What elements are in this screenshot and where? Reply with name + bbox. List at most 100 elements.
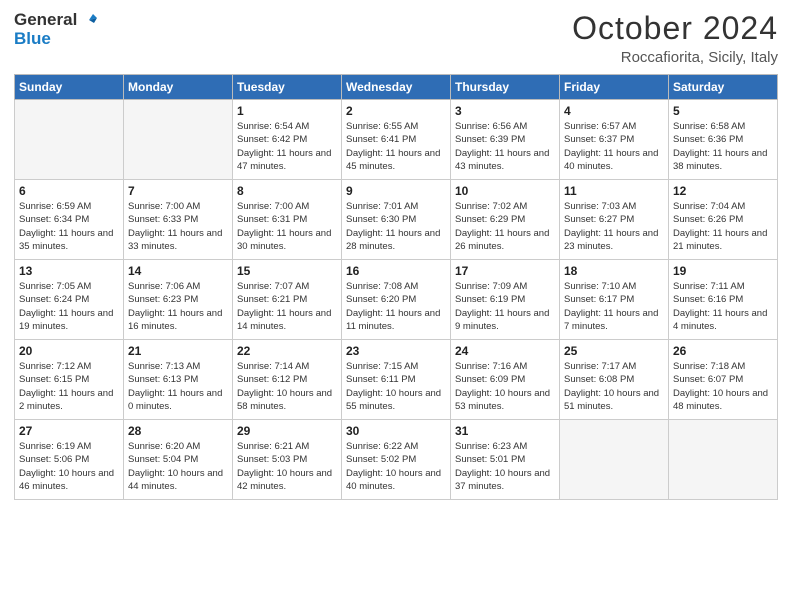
day-info: Sunrise: 6:22 AM Sunset: 5:02 PM Dayligh…: [346, 440, 446, 493]
table-row: 25 Sunrise: 7:17 AM Sunset: 6:08 PM Dayl…: [560, 340, 669, 420]
col-wednesday: Wednesday: [342, 75, 451, 100]
table-row: 12 Sunrise: 7:04 AM Sunset: 6:26 PM Dayl…: [669, 180, 778, 260]
day-number: 19: [673, 264, 773, 278]
table-row: 31 Sunrise: 6:23 AM Sunset: 5:01 PM Dayl…: [451, 420, 560, 500]
day-number: 6: [19, 184, 119, 198]
calendar-table: Sunday Monday Tuesday Wednesday Thursday…: [14, 74, 778, 500]
table-row: 13 Sunrise: 7:05 AM Sunset: 6:24 PM Dayl…: [15, 260, 124, 340]
day-number: 29: [237, 424, 337, 438]
col-friday: Friday: [560, 75, 669, 100]
table-row: 2 Sunrise: 6:55 AM Sunset: 6:41 PM Dayli…: [342, 100, 451, 180]
day-info: Sunrise: 7:02 AM Sunset: 6:29 PM Dayligh…: [455, 200, 555, 253]
day-info: Sunrise: 6:54 AM Sunset: 6:42 PM Dayligh…: [237, 120, 337, 173]
day-number: 17: [455, 264, 555, 278]
day-number: 2: [346, 104, 446, 118]
day-number: 11: [564, 184, 664, 198]
table-row: 4 Sunrise: 6:57 AM Sunset: 6:37 PM Dayli…: [560, 100, 669, 180]
table-row: 17 Sunrise: 7:09 AM Sunset: 6:19 PM Dayl…: [451, 260, 560, 340]
title-block: October 2024 Roccafiorita, Sicily, Italy: [572, 10, 778, 66]
day-info: Sunrise: 7:08 AM Sunset: 6:20 PM Dayligh…: [346, 280, 446, 333]
logo-bird-icon: [79, 10, 99, 30]
day-info: Sunrise: 7:00 AM Sunset: 6:33 PM Dayligh…: [128, 200, 228, 253]
day-info: Sunrise: 6:57 AM Sunset: 6:37 PM Dayligh…: [564, 120, 664, 173]
page: General Blue October 2024 Roccafiorita, …: [0, 0, 792, 612]
day-info: Sunrise: 7:09 AM Sunset: 6:19 PM Dayligh…: [455, 280, 555, 333]
day-info: Sunrise: 7:04 AM Sunset: 6:26 PM Dayligh…: [673, 200, 773, 253]
day-number: 9: [346, 184, 446, 198]
day-number: 14: [128, 264, 228, 278]
day-info: Sunrise: 6:58 AM Sunset: 6:36 PM Dayligh…: [673, 120, 773, 173]
day-number: 5: [673, 104, 773, 118]
table-row: 27 Sunrise: 6:19 AM Sunset: 5:06 PM Dayl…: [15, 420, 124, 500]
day-info: Sunrise: 6:56 AM Sunset: 6:39 PM Dayligh…: [455, 120, 555, 173]
table-row: 10 Sunrise: 7:02 AM Sunset: 6:29 PM Dayl…: [451, 180, 560, 260]
day-number: 10: [455, 184, 555, 198]
day-info: Sunrise: 6:55 AM Sunset: 6:41 PM Dayligh…: [346, 120, 446, 173]
table-row: 30 Sunrise: 6:22 AM Sunset: 5:02 PM Dayl…: [342, 420, 451, 500]
header: General Blue October 2024 Roccafiorita, …: [14, 10, 778, 66]
day-info: Sunrise: 7:06 AM Sunset: 6:23 PM Dayligh…: [128, 280, 228, 333]
day-info: Sunrise: 7:07 AM Sunset: 6:21 PM Dayligh…: [237, 280, 337, 333]
day-info: Sunrise: 7:01 AM Sunset: 6:30 PM Dayligh…: [346, 200, 446, 253]
table-row: 26 Sunrise: 7:18 AM Sunset: 6:07 PM Dayl…: [669, 340, 778, 420]
col-sunday: Sunday: [15, 75, 124, 100]
table-row: 5 Sunrise: 6:58 AM Sunset: 6:36 PM Dayli…: [669, 100, 778, 180]
table-row: [669, 420, 778, 500]
day-info: Sunrise: 7:13 AM Sunset: 6:13 PM Dayligh…: [128, 360, 228, 413]
day-info: Sunrise: 6:19 AM Sunset: 5:06 PM Dayligh…: [19, 440, 119, 493]
table-row: [124, 100, 233, 180]
day-number: 13: [19, 264, 119, 278]
table-row: 3 Sunrise: 6:56 AM Sunset: 6:39 PM Dayli…: [451, 100, 560, 180]
table-row: 6 Sunrise: 6:59 AM Sunset: 6:34 PM Dayli…: [15, 180, 124, 260]
col-saturday: Saturday: [669, 75, 778, 100]
table-row: 22 Sunrise: 7:14 AM Sunset: 6:12 PM Dayl…: [233, 340, 342, 420]
day-number: 24: [455, 344, 555, 358]
day-number: 22: [237, 344, 337, 358]
day-info: Sunrise: 7:16 AM Sunset: 6:09 PM Dayligh…: [455, 360, 555, 413]
day-number: 21: [128, 344, 228, 358]
table-row: 23 Sunrise: 7:15 AM Sunset: 6:11 PM Dayl…: [342, 340, 451, 420]
logo: General Blue: [14, 10, 99, 49]
day-number: 8: [237, 184, 337, 198]
day-number: 18: [564, 264, 664, 278]
day-info: Sunrise: 7:15 AM Sunset: 6:11 PM Dayligh…: [346, 360, 446, 413]
header-row: Sunday Monday Tuesday Wednesday Thursday…: [15, 75, 778, 100]
day-info: Sunrise: 7:18 AM Sunset: 6:07 PM Dayligh…: [673, 360, 773, 413]
location-title: Roccafiorita, Sicily, Italy: [572, 49, 778, 66]
day-info: Sunrise: 7:17 AM Sunset: 6:08 PM Dayligh…: [564, 360, 664, 413]
day-info: Sunrise: 7:03 AM Sunset: 6:27 PM Dayligh…: [564, 200, 664, 253]
day-number: 4: [564, 104, 664, 118]
table-row: 7 Sunrise: 7:00 AM Sunset: 6:33 PM Dayli…: [124, 180, 233, 260]
day-number: 3: [455, 104, 555, 118]
table-row: [560, 420, 669, 500]
day-info: Sunrise: 7:00 AM Sunset: 6:31 PM Dayligh…: [237, 200, 337, 253]
table-row: 14 Sunrise: 7:06 AM Sunset: 6:23 PM Dayl…: [124, 260, 233, 340]
table-row: 1 Sunrise: 6:54 AM Sunset: 6:42 PM Dayli…: [233, 100, 342, 180]
col-tuesday: Tuesday: [233, 75, 342, 100]
day-number: 16: [346, 264, 446, 278]
day-number: 31: [455, 424, 555, 438]
table-row: 15 Sunrise: 7:07 AM Sunset: 6:21 PM Dayl…: [233, 260, 342, 340]
month-title: October 2024: [572, 10, 778, 47]
day-number: 30: [346, 424, 446, 438]
table-row: [15, 100, 124, 180]
table-row: 18 Sunrise: 7:10 AM Sunset: 6:17 PM Dayl…: [560, 260, 669, 340]
day-info: Sunrise: 6:23 AM Sunset: 5:01 PM Dayligh…: [455, 440, 555, 493]
day-info: Sunrise: 7:11 AM Sunset: 6:16 PM Dayligh…: [673, 280, 773, 333]
logo-blue: Blue: [14, 30, 51, 49]
table-row: 9 Sunrise: 7:01 AM Sunset: 6:30 PM Dayli…: [342, 180, 451, 260]
col-thursday: Thursday: [451, 75, 560, 100]
day-info: Sunrise: 6:20 AM Sunset: 5:04 PM Dayligh…: [128, 440, 228, 493]
day-number: 7: [128, 184, 228, 198]
table-row: 16 Sunrise: 7:08 AM Sunset: 6:20 PM Dayl…: [342, 260, 451, 340]
day-info: Sunrise: 6:21 AM Sunset: 5:03 PM Dayligh…: [237, 440, 337, 493]
table-row: 24 Sunrise: 7:16 AM Sunset: 6:09 PM Dayl…: [451, 340, 560, 420]
day-number: 27: [19, 424, 119, 438]
table-row: 21 Sunrise: 7:13 AM Sunset: 6:13 PM Dayl…: [124, 340, 233, 420]
day-number: 25: [564, 344, 664, 358]
day-number: 23: [346, 344, 446, 358]
day-number: 1: [237, 104, 337, 118]
day-number: 12: [673, 184, 773, 198]
day-number: 28: [128, 424, 228, 438]
table-row: 20 Sunrise: 7:12 AM Sunset: 6:15 PM Dayl…: [15, 340, 124, 420]
